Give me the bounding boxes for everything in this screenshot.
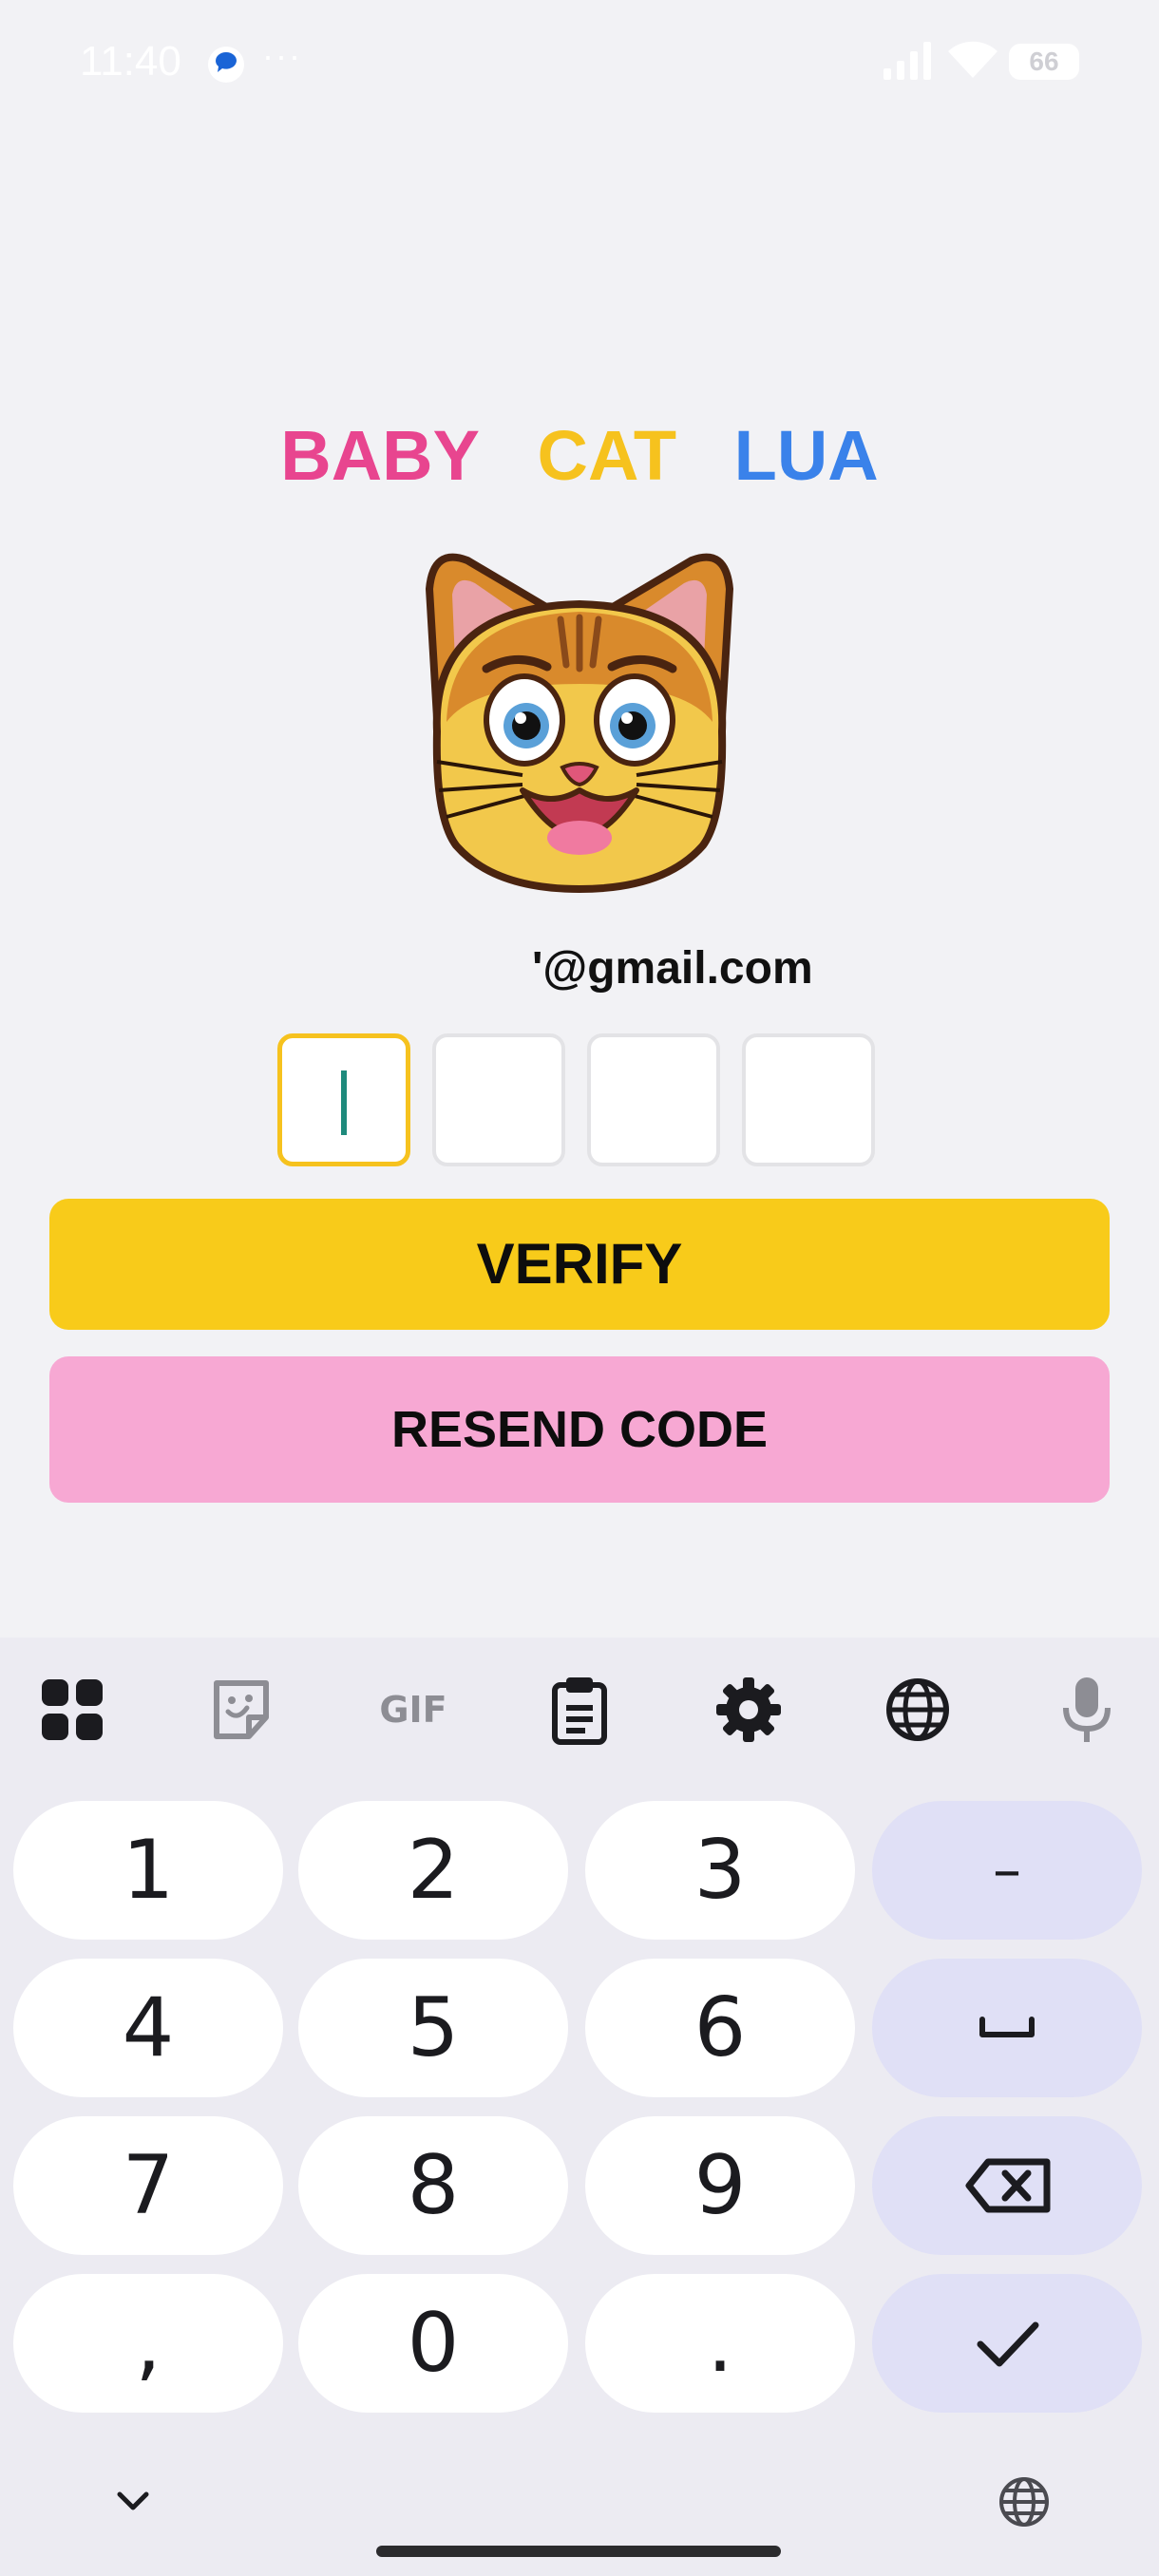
gear-icon[interactable] xyxy=(712,1674,785,1746)
space-icon xyxy=(979,2017,1035,2037)
key-done[interactable] xyxy=(872,2274,1142,2413)
key-0[interactable]: 0 xyxy=(298,2274,568,2413)
verify-button[interactable]: VERIFY xyxy=(49,1199,1110,1330)
home-indicator[interactable] xyxy=(376,2546,781,2557)
microphone-icon[interactable] xyxy=(1051,1674,1123,1746)
key-dash[interactable]: – xyxy=(872,1801,1142,1940)
key-period[interactable]: . xyxy=(585,2274,855,2413)
key-7[interactable]: 7 xyxy=(13,2116,283,2255)
title-word-baby: BABY xyxy=(280,416,480,495)
key-6[interactable]: 6 xyxy=(585,1959,855,2097)
text-cursor xyxy=(341,1070,347,1135)
status-time: 11:40 xyxy=(80,38,181,85)
otp-digit-4[interactable] xyxy=(742,1033,875,1166)
key-comma[interactable]: , xyxy=(13,2274,283,2413)
messages-notification-icon xyxy=(208,47,244,83)
title-word-lua: LUA xyxy=(733,416,879,495)
app-title: BABY CAT LUA xyxy=(0,408,1159,503)
key-2[interactable]: 2 xyxy=(298,1801,568,1940)
backspace-icon xyxy=(965,2158,1051,2213)
key-3[interactable]: 3 xyxy=(585,1801,855,1940)
otp-digit-1[interactable] xyxy=(277,1033,410,1166)
key-9[interactable]: 9 xyxy=(585,2116,855,2255)
key-backspace[interactable] xyxy=(872,2116,1142,2255)
apps-grid-icon[interactable] xyxy=(36,1674,108,1746)
numeric-keyboard xyxy=(0,1638,1159,2576)
key-4[interactable]: 4 xyxy=(13,1959,283,2097)
wifi-icon xyxy=(948,41,998,78)
clipboard-icon[interactable] xyxy=(543,1674,616,1746)
language-globe-icon[interactable] xyxy=(996,2473,1053,2530)
key-space[interactable] xyxy=(872,1959,1142,2097)
cat-face-icon xyxy=(426,553,733,893)
key-1[interactable]: 1 xyxy=(13,1801,283,1940)
title-word-cat: CAT xyxy=(537,416,677,495)
status-overflow-dots: ··· xyxy=(262,36,302,75)
email-address: '@gmail.com xyxy=(532,943,813,994)
status-bar: 11:40 ··· 66 xyxy=(0,0,1159,129)
globe-icon[interactable] xyxy=(882,1674,954,1746)
key-5[interactable]: 5 xyxy=(298,1959,568,2097)
chevron-down-icon[interactable] xyxy=(104,2473,162,2530)
sticker-icon[interactable] xyxy=(205,1674,277,1746)
otp-digit-2[interactable] xyxy=(432,1033,565,1166)
resend-code-button[interactable]: RESEND CODE xyxy=(49,1356,1110,1503)
battery-indicator: 66 xyxy=(1009,44,1079,80)
otp-digit-3[interactable] xyxy=(587,1033,720,1166)
checkmark-icon xyxy=(977,2321,1039,2367)
gif-icon[interactable]: GIF xyxy=(372,1674,454,1746)
key-8[interactable]: 8 xyxy=(298,2116,568,2255)
signal-icon xyxy=(884,42,931,80)
